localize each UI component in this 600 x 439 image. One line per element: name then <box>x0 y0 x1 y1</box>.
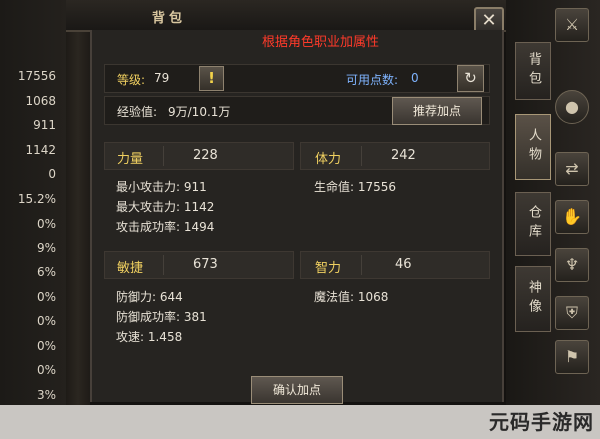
defense: 防御力: 644 <box>116 290 183 304</box>
magic-value: 魔法值: 1068 <box>314 290 389 304</box>
hit-rate: 攻击成功率: 1494 <box>116 220 215 234</box>
points-label: 可用点数: <box>346 73 399 87</box>
sword-icon[interactable]: ⚔ <box>555 8 589 42</box>
divider <box>163 146 164 166</box>
max-attack: 最大攻击力: 1142 <box>116 200 215 214</box>
attack-speed: 攻速: 1.458 <box>116 330 183 344</box>
left-stat-value: 0% <box>36 290 56 304</box>
panel-titlebar[interactable]: 背包 <box>66 0 506 32</box>
left-stat-value: 0 <box>48 167 56 181</box>
stamina-stat[interactable]: 体力 242 <box>300 142 490 170</box>
swap-icon[interactable]: ⇄ <box>555 152 589 186</box>
exclamation-icon[interactable]: ! <box>199 66 224 91</box>
hint-text: 根据角色职业加属性 <box>262 35 380 50</box>
agility-value: 673 <box>193 257 218 272</box>
left-stat-value: 17556 <box>17 69 56 83</box>
agility-stat[interactable]: 敏捷 673 <box>104 251 294 279</box>
left-stat-value: 911 <box>33 118 56 132</box>
chalice-icon[interactable]: ♆ <box>555 248 589 282</box>
intellect-label: 智力 <box>315 261 342 276</box>
left-stat-value: 0% <box>36 363 56 377</box>
reset-points-icon[interactable]: ↻ <box>457 65 484 92</box>
intellect-stat[interactable]: 智力 46 <box>300 251 490 279</box>
tab-warehouse[interactable]: 仓库 <box>515 192 551 256</box>
left-stat-value: 6% <box>36 265 56 279</box>
stamina-label: 体力 <box>315 152 342 167</box>
tab-bag[interactable]: 背包 <box>515 42 551 100</box>
left-stat-value: 0% <box>36 314 56 328</box>
left-stats-column: 17556 1068 911 1142 0 15.2% 0% 9% 6% 0% … <box>0 0 68 405</box>
left-stat-value: 15.2% <box>17 192 56 206</box>
divider <box>361 146 362 166</box>
level-label: 等级: <box>117 73 146 87</box>
left-stat-value: 0% <box>36 339 56 353</box>
panel-title: 背包 <box>152 11 187 26</box>
confirm-points-button[interactable]: 确认加点 <box>251 376 343 404</box>
points-value: 0 <box>411 71 419 85</box>
flag-icon[interactable]: ⚑ <box>555 340 589 374</box>
level-value: 79 <box>154 71 170 85</box>
intellect-value: 46 <box>395 257 412 272</box>
strength-label: 力量 <box>117 152 144 167</box>
stamina-value: 242 <box>391 148 416 163</box>
divider <box>361 255 362 275</box>
exp-value: 9万/10.1万 <box>168 105 231 119</box>
paw-icon[interactable]: ✋ <box>555 200 589 234</box>
orb-icon[interactable]: ● <box>555 90 589 124</box>
left-stat-value: 0% <box>36 217 56 231</box>
site-watermark: 元码手游网 <box>489 410 594 434</box>
recommend-points-button[interactable]: 推荐加点 <box>392 97 482 125</box>
defense-rate: 防御成功率: 381 <box>116 310 207 324</box>
exp-label: 经验值: <box>117 105 158 119</box>
agility-label: 敏捷 <box>117 261 144 276</box>
strength-value: 228 <box>193 148 218 163</box>
panel-ornament-border <box>66 0 90 405</box>
strength-stat[interactable]: 力量 228 <box>104 142 294 170</box>
hp-value: 生命值: 17556 <box>314 180 397 194</box>
left-stat-value: 3% <box>36 388 56 402</box>
tab-idol[interactable]: 神像 <box>515 266 551 332</box>
divider <box>163 255 164 275</box>
tab-character[interactable]: 人物 <box>515 114 551 180</box>
left-stat-value: 1142 <box>25 143 56 157</box>
left-stat-value: 1068 <box>25 94 56 108</box>
min-attack: 最小攻击力: 911 <box>116 180 207 194</box>
shield-icon[interactable]: ⛨ <box>555 296 589 330</box>
left-stat-value: 9% <box>36 241 56 255</box>
